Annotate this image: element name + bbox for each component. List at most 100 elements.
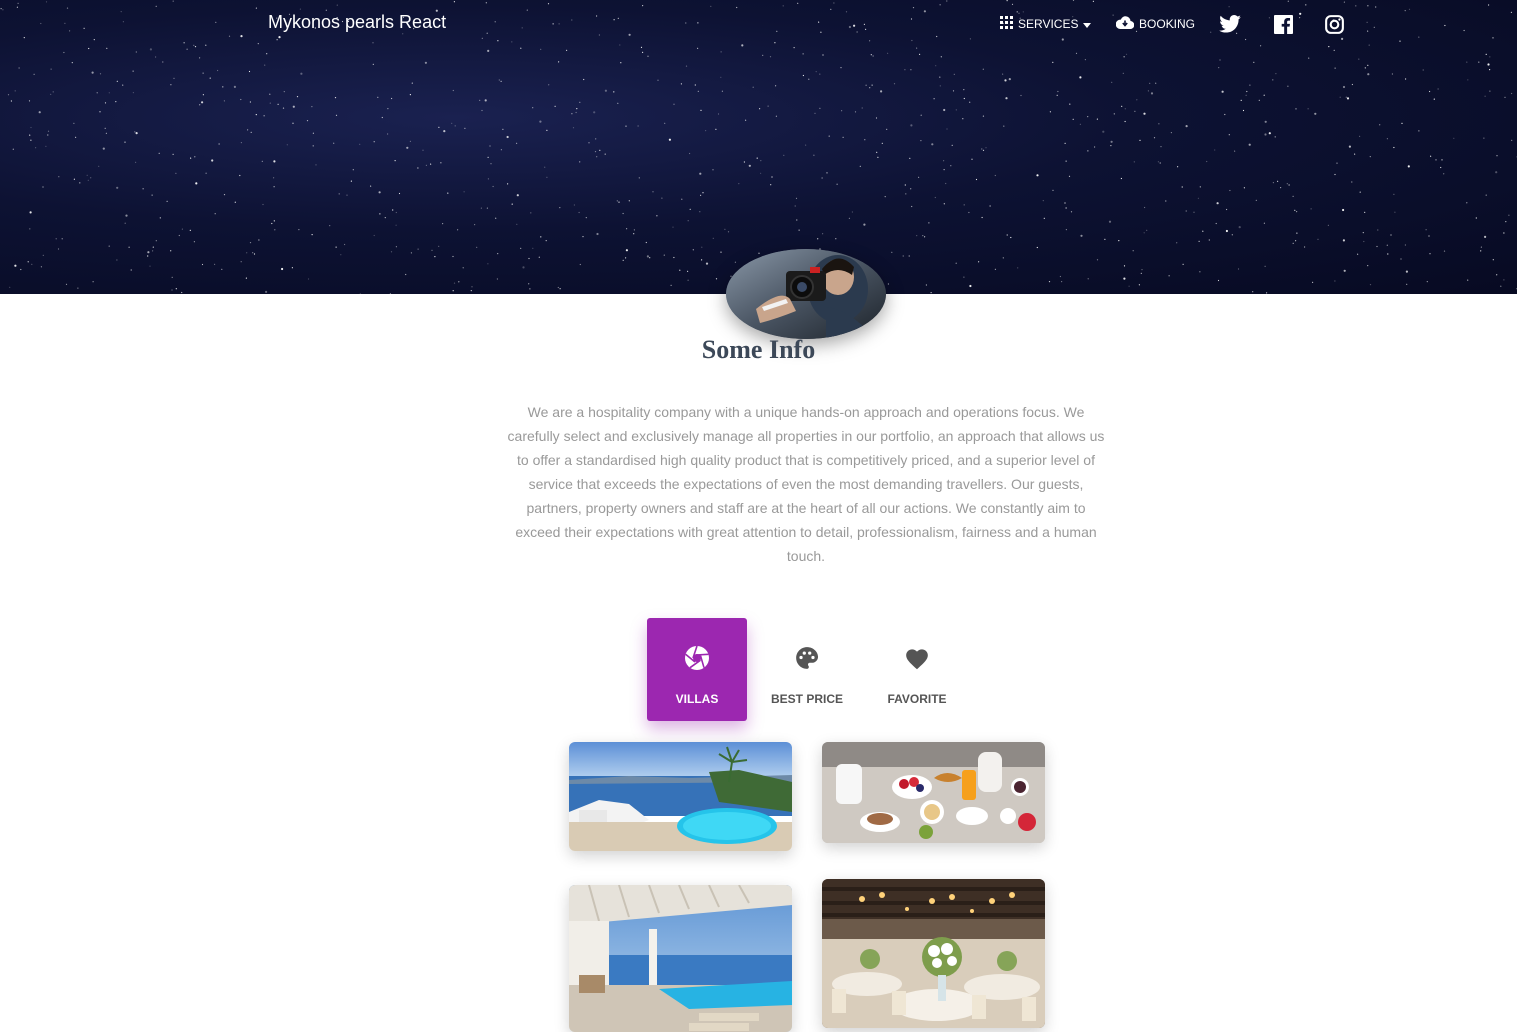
twitter-icon[interactable] <box>1218 12 1242 36</box>
star <box>155 240 157 242</box>
tab-favorite[interactable]: Favorite <box>867 618 967 721</box>
star <box>805 144 807 146</box>
star <box>481 109 483 112</box>
star <box>186 48 188 50</box>
star <box>596 232 599 236</box>
banquet-hall-photo[interactable] <box>822 879 1045 1028</box>
star <box>438 126 440 128</box>
tab-best-price[interactable]: Best Price <box>757 618 857 721</box>
star <box>234 201 236 203</box>
star <box>1296 232 1298 234</box>
booking-link[interactable]: Booking <box>1115 14 1195 34</box>
star <box>575 111 577 114</box>
star <box>14 90 16 92</box>
star <box>842 136 844 138</box>
star <box>14 264 17 267</box>
star <box>486 207 488 209</box>
star <box>170 84 172 86</box>
star <box>717 113 720 115</box>
star <box>431 249 433 251</box>
star <box>978 261 980 263</box>
star <box>1113 113 1115 115</box>
star <box>884 196 886 198</box>
star <box>1264 120 1267 123</box>
star <box>1208 239 1210 241</box>
instagram-icon[interactable] <box>1322 12 1346 36</box>
star <box>1020 94 1022 97</box>
star <box>102 147 105 150</box>
star <box>265 290 268 293</box>
star <box>1286 183 1288 185</box>
star <box>1216 202 1219 205</box>
star <box>939 76 941 78</box>
star <box>135 132 138 135</box>
breakfast-photo[interactable] <box>822 742 1045 843</box>
star <box>1496 155 1498 157</box>
star <box>540 236 542 238</box>
star <box>306 120 309 122</box>
star <box>1206 160 1208 163</box>
star <box>334 97 337 99</box>
star <box>1504 96 1506 98</box>
star <box>495 217 497 219</box>
star <box>417 167 419 169</box>
star <box>1245 94 1247 96</box>
brand-link[interactable]: Mykonos pearls React <box>268 12 446 33</box>
star <box>1168 275 1170 277</box>
star <box>1138 284 1140 286</box>
star <box>498 79 500 81</box>
star <box>91 71 94 74</box>
star <box>245 277 247 279</box>
star <box>147 251 150 254</box>
star <box>1140 272 1142 274</box>
star <box>1334 280 1336 282</box>
star <box>817 238 819 240</box>
star <box>1342 208 1345 212</box>
star <box>108 245 110 247</box>
star <box>1159 162 1161 164</box>
star <box>1069 103 1071 105</box>
star <box>767 105 769 107</box>
star <box>340 254 342 256</box>
star <box>872 55 874 57</box>
star <box>389 293 391 294</box>
star <box>1224 113 1226 116</box>
star <box>1275 73 1277 75</box>
star <box>1219 59 1221 61</box>
patio-pool-photo[interactable] <box>569 885 792 1032</box>
star <box>346 194 348 196</box>
services-dropdown[interactable]: Services <box>1000 14 1092 34</box>
star <box>633 229 636 231</box>
star <box>240 261 242 263</box>
star <box>689 208 691 210</box>
star <box>891 251 893 253</box>
star <box>31 263 33 265</box>
facebook-icon[interactable] <box>1271 12 1295 36</box>
star <box>721 90 724 92</box>
star <box>745 119 747 121</box>
star <box>687 279 689 281</box>
star <box>500 80 502 82</box>
tab-villas[interactable]: Villas <box>647 618 747 721</box>
star <box>673 103 675 105</box>
star <box>250 131 252 133</box>
star <box>1217 279 1220 282</box>
star <box>1252 291 1254 293</box>
star <box>578 211 580 214</box>
star <box>1435 159 1437 161</box>
star <box>390 251 393 253</box>
star <box>1057 90 1059 93</box>
star <box>681 198 683 200</box>
star <box>1155 82 1157 84</box>
star <box>814 112 816 114</box>
star <box>1003 125 1005 127</box>
star <box>249 242 252 244</box>
star <box>211 159 214 162</box>
star <box>511 203 513 205</box>
star <box>214 213 216 215</box>
star <box>79 182 81 184</box>
villa-pool-photo[interactable] <box>569 742 792 851</box>
star <box>904 184 906 186</box>
star <box>1484 95 1486 97</box>
section-title: Some Info <box>701 335 816 364</box>
